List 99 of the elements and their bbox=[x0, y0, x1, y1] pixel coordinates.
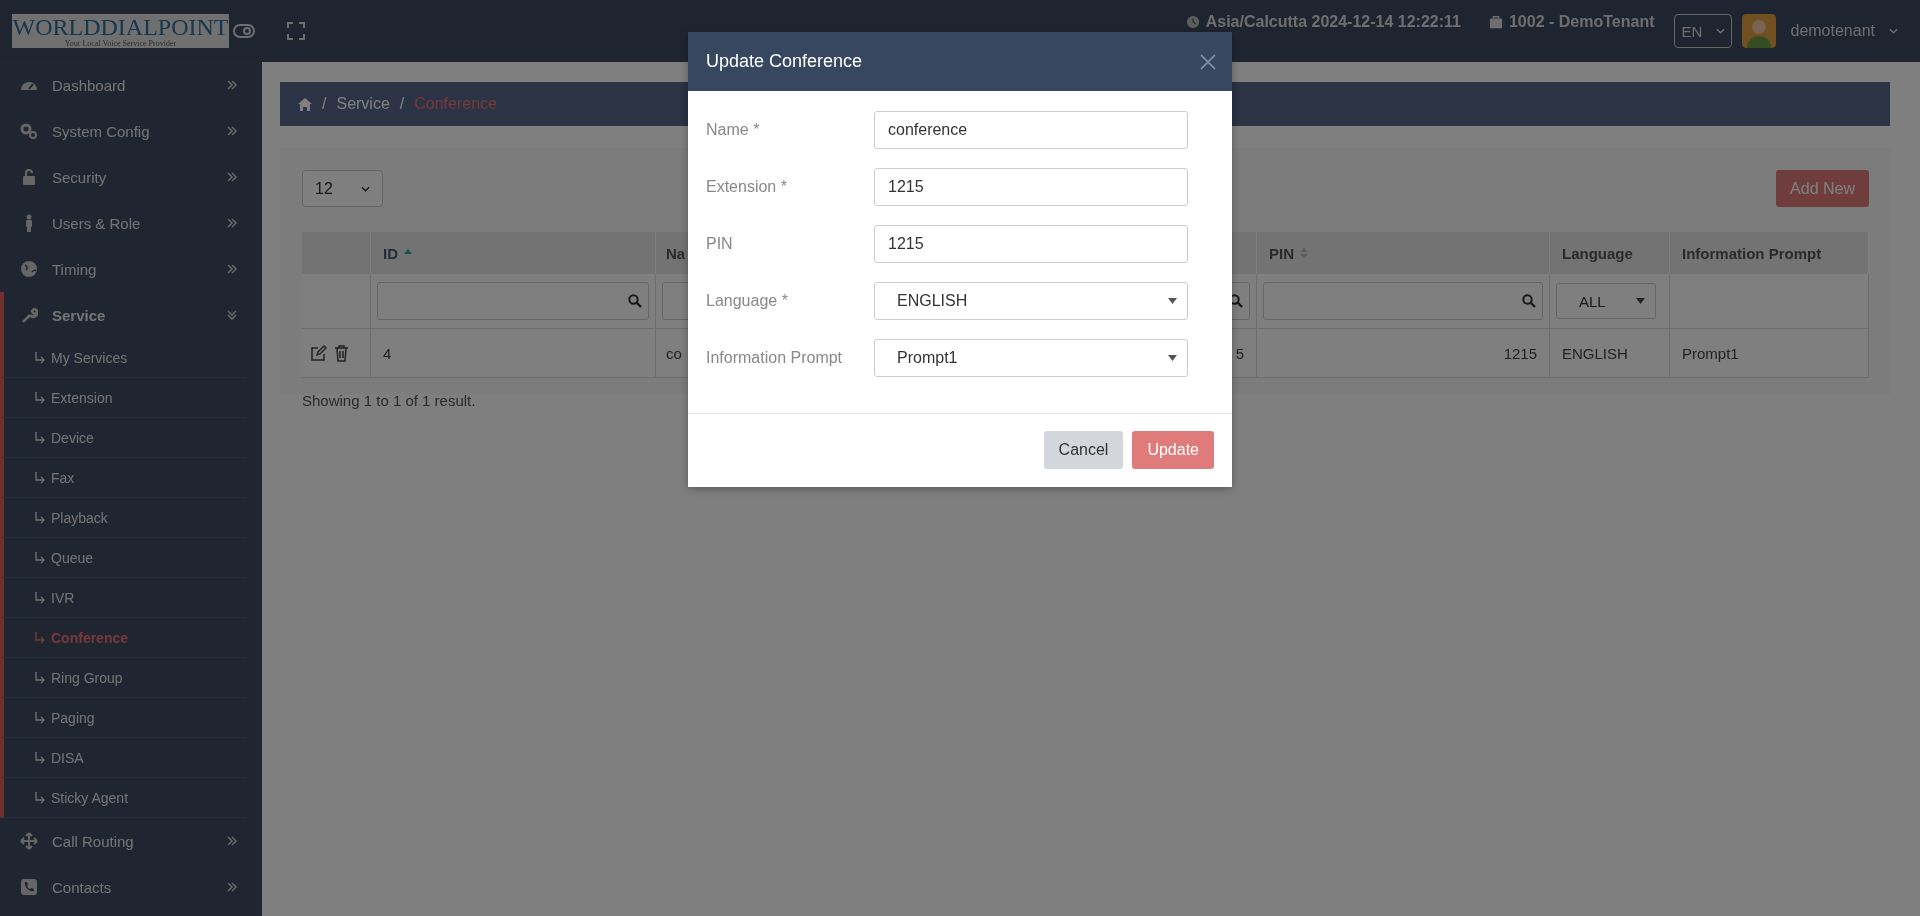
globe-icon bbox=[20, 260, 38, 278]
return-arrow-icon bbox=[34, 351, 45, 364]
breadcrumb-separator: / bbox=[399, 95, 405, 113]
double-chevron-right-icon bbox=[226, 263, 238, 275]
double-chevron-down-icon bbox=[226, 309, 238, 321]
field-label: Language * bbox=[706, 291, 789, 310]
sidebar-subitem[interactable]: IVR bbox=[0, 578, 246, 618]
input-field[interactable]: 1215 bbox=[874, 224, 1188, 263]
double-chevron-right-icon bbox=[226, 171, 238, 183]
briefcase-icon bbox=[1488, 15, 1503, 29]
input-field[interactable]: 1215 bbox=[874, 167, 1188, 206]
sidebar-item[interactable]: Call Routing bbox=[0, 818, 262, 864]
column-header: PIN bbox=[1257, 232, 1550, 274]
trash-icon[interactable] bbox=[333, 344, 350, 362]
caret-down-icon bbox=[1168, 297, 1177, 304]
sidebar-item[interactable]: System Config bbox=[0, 108, 262, 154]
sidebar-item[interactable]: Dashboard bbox=[0, 62, 262, 108]
double-chevron-right-icon bbox=[226, 835, 238, 847]
return-arrow-icon bbox=[34, 711, 45, 724]
cancel-button[interactable]: Cancel bbox=[1043, 431, 1124, 469]
gears-icon bbox=[20, 122, 38, 140]
language-select[interactable]: EN bbox=[1674, 14, 1733, 48]
return-arrow-icon bbox=[34, 631, 45, 644]
sidebar-item[interactable]: Security bbox=[0, 154, 262, 200]
sidebar-subitem[interactable]: Sticky Agent bbox=[0, 778, 246, 818]
wrench-icon bbox=[20, 306, 38, 324]
filter-select[interactable]: ALL bbox=[1556, 283, 1656, 319]
select-field[interactable]: Prompt1 bbox=[874, 338, 1188, 377]
search-icon bbox=[1522, 294, 1536, 308]
sidebar-subitem[interactable]: Device bbox=[0, 418, 246, 458]
breadcrumb-separator: / bbox=[322, 95, 327, 113]
table-cell: ENGLISH bbox=[1550, 329, 1670, 378]
dialog-title: Update Conference bbox=[706, 51, 863, 72]
filter-field[interactable] bbox=[377, 282, 649, 320]
return-arrow-icon bbox=[34, 391, 45, 404]
update-button[interactable]: Update bbox=[1132, 431, 1214, 469]
double-chevron-right-icon bbox=[226, 881, 238, 893]
field-label: Extension * bbox=[706, 177, 788, 196]
caret-down-icon bbox=[1636, 298, 1645, 304]
return-arrow-icon bbox=[34, 511, 45, 524]
sidebar-subitem[interactable]: Fax bbox=[0, 458, 246, 498]
column-header: Language bbox=[1550, 232, 1670, 274]
chevron-down-icon bbox=[361, 185, 370, 192]
lock-icon bbox=[20, 168, 38, 186]
sidebar-subitem[interactable]: Queue bbox=[0, 538, 246, 578]
toggle-icon[interactable] bbox=[233, 22, 255, 40]
sidebar-item[interactable]: Contacts bbox=[0, 864, 262, 910]
return-arrow-icon bbox=[34, 591, 45, 604]
sidebar-item[interactable]: Users & Role bbox=[0, 200, 262, 246]
sidebar-subitem[interactable]: Ring Group bbox=[0, 658, 246, 698]
input-field[interactable]: conference bbox=[874, 110, 1188, 149]
table-cell: 1215 bbox=[1257, 329, 1550, 378]
breadcrumb-link[interactable]: Service bbox=[336, 95, 390, 113]
double-chevron-right-icon bbox=[226, 79, 238, 91]
fullscreen-icon[interactable] bbox=[287, 22, 305, 40]
table-cell: 4 bbox=[371, 329, 656, 378]
page-size-select[interactable]: 12 bbox=[302, 170, 383, 207]
add-new-button[interactable]: Add New bbox=[1776, 170, 1869, 207]
search-icon bbox=[628, 294, 642, 308]
return-arrow-icon bbox=[34, 431, 45, 444]
return-arrow-icon bbox=[34, 751, 45, 764]
edit-icon[interactable] bbox=[310, 344, 327, 362]
clock-icon bbox=[1185, 15, 1200, 29]
sidebar-subitem[interactable]: Conference bbox=[0, 618, 246, 658]
field-label: Information Prompt bbox=[706, 348, 844, 367]
tenant-name: 1002 - DemoTenant bbox=[1508, 13, 1655, 31]
sidebar-subitem[interactable]: My Services bbox=[0, 338, 246, 378]
chevron-down-icon bbox=[1716, 28, 1726, 34]
double-chevron-right-icon bbox=[226, 125, 238, 137]
logo-title: WORLDDIALPOINT bbox=[12, 14, 229, 39]
filter-field[interactable] bbox=[1263, 282, 1543, 320]
return-arrow-icon bbox=[34, 671, 45, 684]
result-summary: Showing 1 to 1 of 1 result. bbox=[302, 392, 477, 409]
sidebar-subitem[interactable]: DISA bbox=[0, 738, 246, 778]
return-arrow-icon bbox=[34, 471, 45, 484]
user-menu[interactable]: demotenant bbox=[1790, 22, 1898, 40]
column-header: Information Prompt bbox=[1670, 232, 1869, 274]
home-icon[interactable] bbox=[298, 97, 312, 111]
phone-icon bbox=[20, 878, 38, 896]
return-arrow-icon bbox=[34, 791, 45, 804]
sidebar-subitem[interactable]: Paging bbox=[0, 698, 246, 738]
table-cell: Prompt1 bbox=[1670, 329, 1869, 378]
column-header: ID bbox=[371, 232, 656, 274]
chevron-down-icon bbox=[1889, 28, 1898, 34]
double-chevron-right-icon bbox=[226, 217, 238, 229]
breadcrumb-current: Conference bbox=[414, 95, 497, 113]
select-field[interactable]: ENGLISH bbox=[874, 281, 1188, 320]
move-arrows-icon bbox=[20, 832, 38, 850]
sidebar-subitem[interactable]: Playback bbox=[0, 498, 246, 538]
caret-down-icon bbox=[1168, 354, 1177, 361]
timezone-text: Asia/Calcutta 2024-12-14 12:22:11 bbox=[1205, 13, 1461, 31]
field-label: Name * bbox=[706, 120, 761, 139]
return-arrow-icon bbox=[34, 551, 45, 564]
close-icon[interactable] bbox=[1200, 53, 1216, 70]
field-label: PIN bbox=[706, 234, 734, 253]
sidebar-subitem[interactable]: Extension bbox=[0, 378, 246, 418]
avatar bbox=[1742, 14, 1777, 48]
search-icon bbox=[1229, 294, 1243, 308]
sidebar-item[interactable]: Timing bbox=[0, 246, 262, 292]
